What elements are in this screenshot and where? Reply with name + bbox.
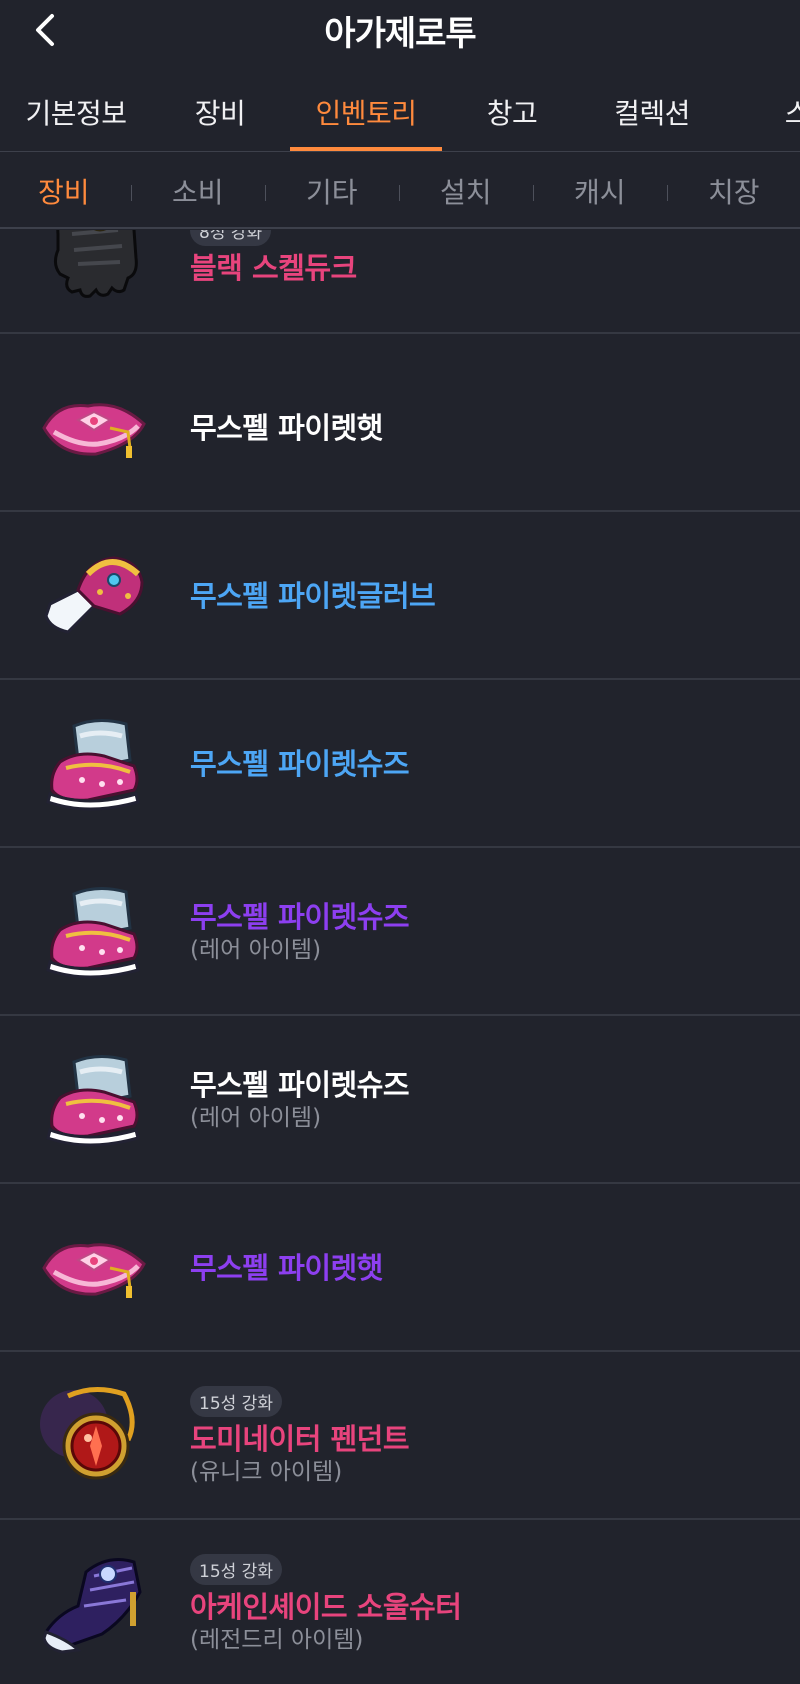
item-text: 무스펠 파이렛슈즈 (레어 아이템)	[190, 1067, 410, 1133]
tab-1[interactable]: 장비	[170, 84, 270, 151]
black-glove-icon	[38, 230, 150, 306]
list-item[interactable]: 15성 강화아케인셰이드 소울슈터 (레전드리 아이템)	[0, 1520, 800, 1684]
page-title: 아가제로투	[324, 14, 476, 54]
tab-label: 인벤토리	[315, 97, 417, 130]
tab-5[interactable]: 스킬	[750, 84, 800, 151]
tab-label: 창고	[486, 97, 538, 130]
tab-3[interactable]: 창고	[462, 84, 562, 151]
sub-tab-bar: 장비 소비 기타 설치 캐시 치장	[0, 153, 800, 229]
tab-4[interactable]: 컬렉션	[590, 84, 714, 151]
item-name: 무스펠 파이렛슈즈	[190, 1068, 410, 1102]
enhancement-badge: 15성 강화	[190, 1386, 282, 1417]
item-name: 무스펠 파이렛햇	[190, 411, 383, 445]
pirate-shoes-icon	[38, 1044, 150, 1156]
subtab-divider	[131, 185, 132, 201]
item-text: 8성 강화블랙 스켈듀크	[190, 230, 357, 286]
subtab-4[interactable]: 캐시	[574, 171, 626, 211]
inventory-list[interactable]: 8성 강화블랙 스켈듀크 무스펠 파이렛햇 무스펠 파이렛글러브 무스펠 파이렛…	[0, 230, 800, 1684]
pendant-icon	[38, 1380, 150, 1492]
item-name: 아케인셰이드 소울슈터	[190, 1590, 462, 1624]
subtab-2[interactable]: 기타	[306, 171, 358, 211]
list-item[interactable]: 15성 강화도미네이터 펜던트 (유니크 아이템)	[0, 1352, 800, 1520]
item-grade: (유니크 아이템)	[190, 1459, 343, 1485]
tab-label: 스킬	[785, 92, 800, 132]
item-name: 무스펠 파이렛슈즈	[190, 747, 410, 781]
pirate-shoes-icon	[38, 876, 150, 988]
item-grade: (레전드리 아이템)	[190, 1627, 364, 1653]
item-name: 무스펠 파이렛슈즈	[190, 900, 410, 934]
item-grade: (레어 아이템)	[190, 937, 322, 963]
item-name: 무스펠 파이렛햇	[190, 1251, 383, 1285]
subtab-0[interactable]: 장비	[38, 171, 90, 211]
subtab-divider	[533, 185, 534, 201]
main-tab-bar: 기본정보 장비 인벤토리 창고 컬렉션 스킬	[0, 84, 800, 152]
pirate-hat-icon	[38, 372, 150, 484]
active-tab-indicator	[290, 147, 442, 151]
list-item[interactable]: 무스펠 파이렛글러브	[0, 512, 800, 680]
tab-label: 기본정보	[25, 97, 127, 130]
tab-label: 장비	[194, 97, 246, 130]
tab-label: 컬렉션	[614, 97, 690, 130]
arcane-shoes-icon	[38, 1548, 150, 1660]
item-name: 블랙 스켈듀크	[190, 251, 357, 285]
enhancement-badge: 8성 강화	[190, 230, 272, 246]
item-text: 무스펠 파이렛햇	[190, 410, 383, 446]
tab-0[interactable]: 기본정보	[0, 84, 152, 151]
item-name: 도미네이터 펜던트	[190, 1422, 410, 1456]
pirate-hat-icon	[38, 1212, 150, 1324]
item-text: 무스펠 파이렛햇	[190, 1250, 383, 1286]
item-text: 15성 강화도미네이터 펜던트 (유니크 아이템)	[190, 1386, 410, 1487]
item-grade: (레어 아이템)	[190, 1105, 322, 1131]
subtab-5[interactable]: 치장	[708, 171, 760, 211]
subtab-divider	[667, 185, 668, 201]
list-item[interactable]: 무스펠 파이렛슈즈 (레어 아이템)	[0, 848, 800, 1016]
subtab-3[interactable]: 설치	[440, 171, 492, 211]
item-text: 무스펠 파이렛글러브	[190, 578, 436, 614]
pirate-glove-icon	[38, 540, 150, 652]
tab-2[interactable]: 인벤토리	[290, 84, 442, 151]
list-item[interactable]: 무스펠 파이렛슈즈	[0, 680, 800, 848]
list-item[interactable]: 8성 강화블랙 스켈듀크	[0, 230, 800, 334]
list-item[interactable]: 무스펠 파이렛슈즈 (레어 아이템)	[0, 1016, 800, 1184]
subtab-1[interactable]: 소비	[172, 171, 224, 211]
item-text: 무스펠 파이렛슈즈 (레어 아이템)	[190, 899, 410, 965]
list-item[interactable]: 무스펠 파이렛햇	[0, 1184, 800, 1352]
app-header: 아가제로투	[0, 0, 800, 62]
list-item[interactable]: 무스펠 파이렛햇	[0, 344, 800, 512]
subtab-divider	[265, 185, 266, 201]
item-name: 무스펠 파이렛글러브	[190, 579, 436, 613]
item-text: 무스펠 파이렛슈즈	[190, 746, 410, 782]
enhancement-badge: 15성 강화	[190, 1554, 282, 1585]
pirate-shoes-icon	[38, 708, 150, 820]
item-text: 15성 강화아케인셰이드 소울슈터 (레전드리 아이템)	[190, 1554, 462, 1655]
subtab-divider	[399, 185, 400, 201]
